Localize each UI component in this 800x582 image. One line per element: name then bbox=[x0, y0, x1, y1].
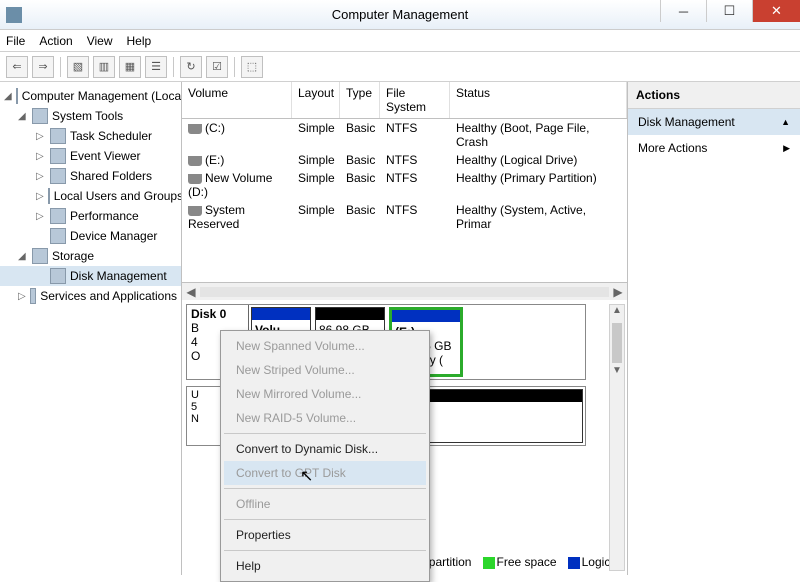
disk-name: Disk 0 bbox=[191, 307, 226, 321]
toolbar: ⇐ ⇒ ▧ ▥ ▦ ☰ ↻ ☑ ⬚ bbox=[0, 52, 800, 82]
volume-row[interactable]: System ReservedSimpleBasicNTFSHealthy (S… bbox=[182, 201, 627, 233]
actions-header: Actions bbox=[628, 82, 800, 109]
menu-action[interactable]: Action bbox=[39, 34, 72, 48]
ctx-properties[interactable]: Properties bbox=[224, 523, 426, 547]
tool-icon[interactable]: ⬚ bbox=[241, 56, 263, 78]
volume-row[interactable]: (C:)SimpleBasicNTFSHealthy (Boot, Page F… bbox=[182, 119, 627, 151]
window-title: Computer Management bbox=[332, 7, 469, 22]
tree-label: Task Scheduler bbox=[70, 129, 152, 143]
tree-label: Shared Folders bbox=[70, 169, 152, 183]
tree-label: Device Manager bbox=[70, 229, 157, 243]
vertical-scrollbar[interactable]: ▲▼ bbox=[609, 304, 625, 571]
tree-shared-folders[interactable]: ▷Shared Folders bbox=[0, 166, 181, 186]
services-icon bbox=[30, 288, 37, 304]
refresh-icon[interactable]: ↻ bbox=[180, 56, 202, 78]
ctx-new-mirrored[interactable]: New Mirrored Volume... bbox=[224, 382, 426, 406]
col-volume[interactable]: Volume bbox=[182, 82, 292, 118]
ctx-new-striped[interactable]: New Striped Volume... bbox=[224, 358, 426, 382]
actions-more[interactable]: More Actions▶ bbox=[628, 135, 800, 161]
tree-label: Event Viewer bbox=[70, 149, 140, 163]
tree-task-scheduler[interactable]: ▷Task Scheduler bbox=[0, 126, 181, 146]
tree-disk-management[interactable]: Disk Management bbox=[0, 266, 181, 286]
separator bbox=[224, 550, 426, 551]
tree-device-manager[interactable]: Device Manager bbox=[0, 226, 181, 246]
separator bbox=[224, 488, 426, 489]
disk-icon bbox=[50, 268, 66, 284]
ctx-help[interactable]: Help bbox=[224, 554, 426, 578]
collapse-icon: ▲ bbox=[781, 117, 790, 127]
ctx-convert-dynamic[interactable]: Convert to Dynamic Disk... bbox=[224, 437, 426, 461]
back-icon[interactable]: ⇐ bbox=[6, 56, 28, 78]
disk-size: 4 bbox=[191, 335, 198, 349]
col-layout[interactable]: Layout bbox=[292, 82, 340, 118]
menu-help[interactable]: Help bbox=[127, 34, 152, 48]
tree-root[interactable]: ◢Computer Management (Local bbox=[0, 86, 181, 106]
clock-icon bbox=[50, 128, 66, 144]
volume-row[interactable]: (E:)SimpleBasicNTFSHealthy (Logical Driv… bbox=[182, 151, 627, 169]
perf-icon bbox=[50, 208, 66, 224]
tree-label: Local Users and Groups bbox=[54, 189, 182, 203]
expand-icon: ▶ bbox=[783, 143, 790, 154]
tool-icon[interactable]: ▥ bbox=[93, 56, 115, 78]
separator bbox=[224, 519, 426, 520]
computer-icon bbox=[16, 88, 18, 104]
column-headers[interactable]: Volume Layout Type File System Status bbox=[182, 82, 627, 119]
tree-storage[interactable]: ◢Storage bbox=[0, 246, 181, 266]
ctx-new-raid5[interactable]: New RAID-5 Volume... bbox=[224, 406, 426, 430]
nav-tree[interactable]: ◢Computer Management (Local ◢System Tool… bbox=[0, 82, 182, 575]
ctx-offline[interactable]: Offline bbox=[224, 492, 426, 516]
disk-type: B bbox=[191, 321, 199, 335]
app-icon bbox=[6, 7, 22, 23]
col-status[interactable]: Status bbox=[450, 82, 627, 118]
menu-bar: File Action View Help bbox=[0, 30, 800, 52]
close-button[interactable] bbox=[752, 0, 800, 22]
menu-file[interactable]: File bbox=[6, 34, 25, 48]
separator bbox=[224, 433, 426, 434]
tree-label: Services and Applications bbox=[40, 289, 177, 303]
storage-icon bbox=[32, 248, 48, 264]
legend-swatch-free bbox=[483, 557, 495, 569]
tree-label: System Tools bbox=[52, 109, 123, 123]
col-type[interactable]: Type bbox=[340, 82, 380, 118]
users-icon bbox=[48, 188, 50, 204]
separator bbox=[234, 57, 235, 77]
disk-status: O bbox=[191, 349, 200, 363]
tree-event-viewer[interactable]: ▷Event Viewer bbox=[0, 146, 181, 166]
context-menu: New Spanned Volume... New Striped Volume… bbox=[220, 330, 430, 582]
device-icon bbox=[50, 228, 66, 244]
tree-label: Storage bbox=[52, 249, 94, 263]
tree-services-apps[interactable]: ▷Services and Applications bbox=[0, 286, 181, 306]
tools-icon bbox=[32, 108, 48, 124]
horizontal-scrollbar[interactable]: ◀▶ bbox=[182, 282, 627, 300]
separator bbox=[60, 57, 61, 77]
tree-label: Disk Management bbox=[70, 269, 167, 283]
tree-system-tools[interactable]: ◢System Tools bbox=[0, 106, 181, 126]
tool-icon[interactable]: ▧ bbox=[67, 56, 89, 78]
forward-icon[interactable]: ⇒ bbox=[32, 56, 54, 78]
tree-label: Computer Management (Local bbox=[22, 89, 182, 103]
event-icon bbox=[50, 148, 66, 164]
tool-icon[interactable]: ☑ bbox=[206, 56, 228, 78]
volume-list[interactable]: Volume Layout Type File System Status (C… bbox=[182, 82, 627, 282]
maximize-button[interactable] bbox=[706, 0, 752, 22]
title-bar: Computer Management bbox=[0, 0, 800, 30]
volume-row[interactable]: New Volume (D:)SimpleBasicNTFSHealthy (P… bbox=[182, 169, 627, 201]
minimize-button[interactable] bbox=[660, 0, 706, 22]
tree-label: Performance bbox=[70, 209, 139, 223]
tree-performance[interactable]: ▷Performance bbox=[0, 206, 181, 226]
actions-disk-management[interactable]: Disk Management▲ bbox=[628, 109, 800, 135]
ctx-convert-gpt[interactable]: Convert to GPT Disk bbox=[224, 461, 426, 485]
actions-pane: Actions Disk Management▲ More Actions▶ bbox=[628, 82, 800, 575]
folder-icon bbox=[50, 168, 66, 184]
ctx-new-spanned[interactable]: New Spanned Volume... bbox=[224, 334, 426, 358]
tool-icon[interactable]: ☰ bbox=[145, 56, 167, 78]
separator bbox=[173, 57, 174, 77]
tree-local-users[interactable]: ▷Local Users and Groups bbox=[0, 186, 181, 206]
menu-view[interactable]: View bbox=[87, 34, 113, 48]
legend-swatch-logical bbox=[568, 557, 580, 569]
tool-icon[interactable]: ▦ bbox=[119, 56, 141, 78]
col-filesystem[interactable]: File System bbox=[380, 82, 450, 118]
